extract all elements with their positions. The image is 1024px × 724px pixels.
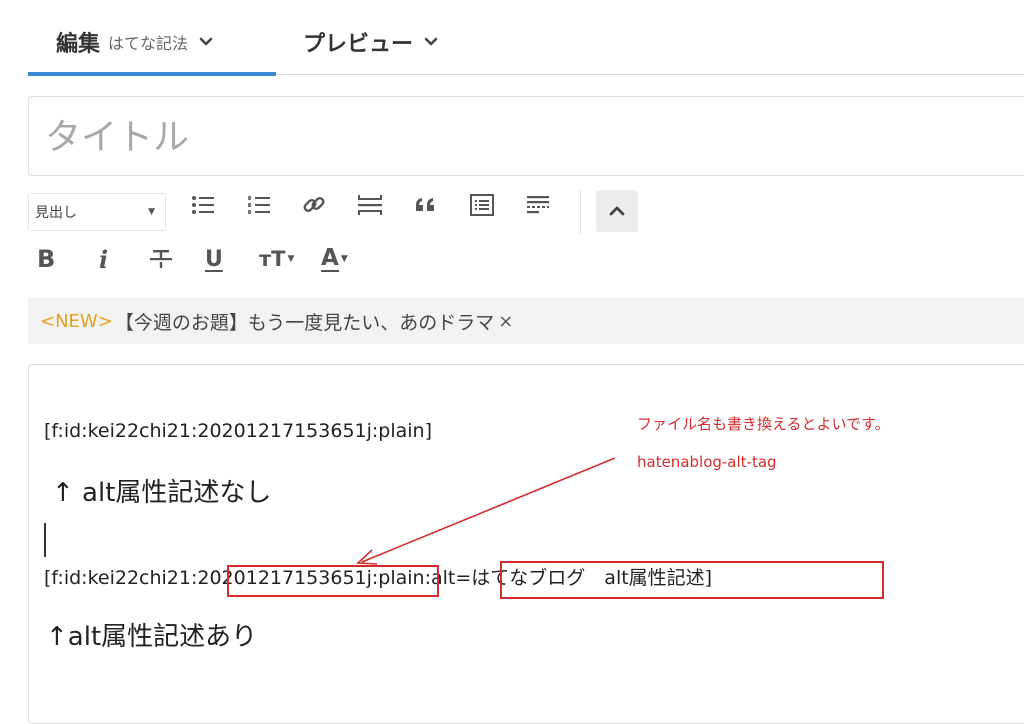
unordered-list-icon	[192, 196, 214, 214]
bold-label: B	[37, 245, 56, 273]
link-button[interactable]	[298, 189, 330, 221]
editor-line: ↑ alt属性記述なし	[52, 478, 272, 508]
weekly-topic-notice: <NEW> 【今週のお題】もう一度見たい、あのドラマ ×	[28, 298, 1024, 344]
text-cursor	[44, 523, 46, 557]
font-size-label: тT	[259, 247, 286, 271]
link-icon	[303, 197, 325, 212]
annotation-note: ファイル名も書き換えるとよいです。	[637, 415, 890, 433]
text-color-label: A	[321, 245, 339, 272]
ordered-list-icon	[248, 196, 270, 214]
editor-line: [f:id:kei22chi21:20201217153651j:plain]	[44, 420, 433, 442]
caret-down-icon: ▼	[340, 254, 348, 264]
editor-line: ↑alt属性記述あり	[46, 622, 258, 652]
tab-edit[interactable]: 編集 はてな記法	[56, 22, 214, 62]
caret-down-icon: ▼	[148, 207, 155, 217]
toolbar-separator	[580, 190, 581, 234]
new-badge: <NEW>	[40, 310, 113, 332]
italic-label: i	[99, 244, 109, 274]
annotation-filename: hatenablog-alt-tag	[637, 453, 777, 471]
read-more-button[interactable]	[522, 189, 554, 221]
close-icon[interactable]: ×	[498, 311, 513, 332]
unordered-list-button[interactable]	[187, 189, 219, 221]
tab-preview[interactable]: プレビュー	[303, 22, 439, 62]
alt-attribute-highlight-box	[500, 561, 884, 599]
tab-divider	[276, 74, 1024, 75]
read-more-icon	[527, 196, 549, 214]
underline-button[interactable]: U	[205, 241, 223, 277]
chevron-up-icon	[609, 206, 625, 216]
ordered-list-button[interactable]	[243, 189, 275, 221]
chevron-down-icon	[424, 37, 438, 46]
tab-edit-label: 編集	[56, 32, 101, 57]
heading-select-value: 見出し	[35, 205, 77, 221]
font-size-button[interactable]: тT ▼	[259, 241, 294, 277]
bold-button[interactable]: B	[37, 241, 55, 277]
tab-preview-label: プレビュー	[303, 32, 414, 57]
italic-button[interactable]: i	[99, 241, 108, 277]
collapse-toolbar-button[interactable]	[596, 190, 638, 232]
horizontal-rule-button[interactable]	[354, 189, 386, 221]
caret-down-icon: ▼	[287, 254, 295, 264]
strikethrough-icon	[150, 250, 172, 268]
weekly-topic-link[interactable]: 【今週のお題】もう一度見たい、あのドラマ	[115, 308, 494, 335]
title-input[interactable]	[43, 111, 1007, 163]
strikethrough-button[interactable]	[147, 241, 175, 277]
horizontal-rule-icon	[358, 195, 382, 215]
table-of-contents-icon	[470, 194, 494, 216]
table-of-contents-button[interactable]	[466, 189, 498, 221]
filename-highlight-box	[227, 565, 439, 597]
chevron-down-icon	[199, 37, 213, 46]
active-tab-indicator	[28, 72, 276, 76]
tab-edit-notation: はてな記法	[108, 34, 189, 53]
heading-select[interactable]: 見出し ▼	[28, 193, 166, 231]
underline-label: U	[205, 246, 223, 272]
blockquote-button[interactable]	[410, 189, 442, 221]
blockquote-icon	[416, 198, 434, 211]
text-color-button[interactable]: A ▼	[321, 241, 348, 277]
title-field-container	[28, 96, 1024, 176]
